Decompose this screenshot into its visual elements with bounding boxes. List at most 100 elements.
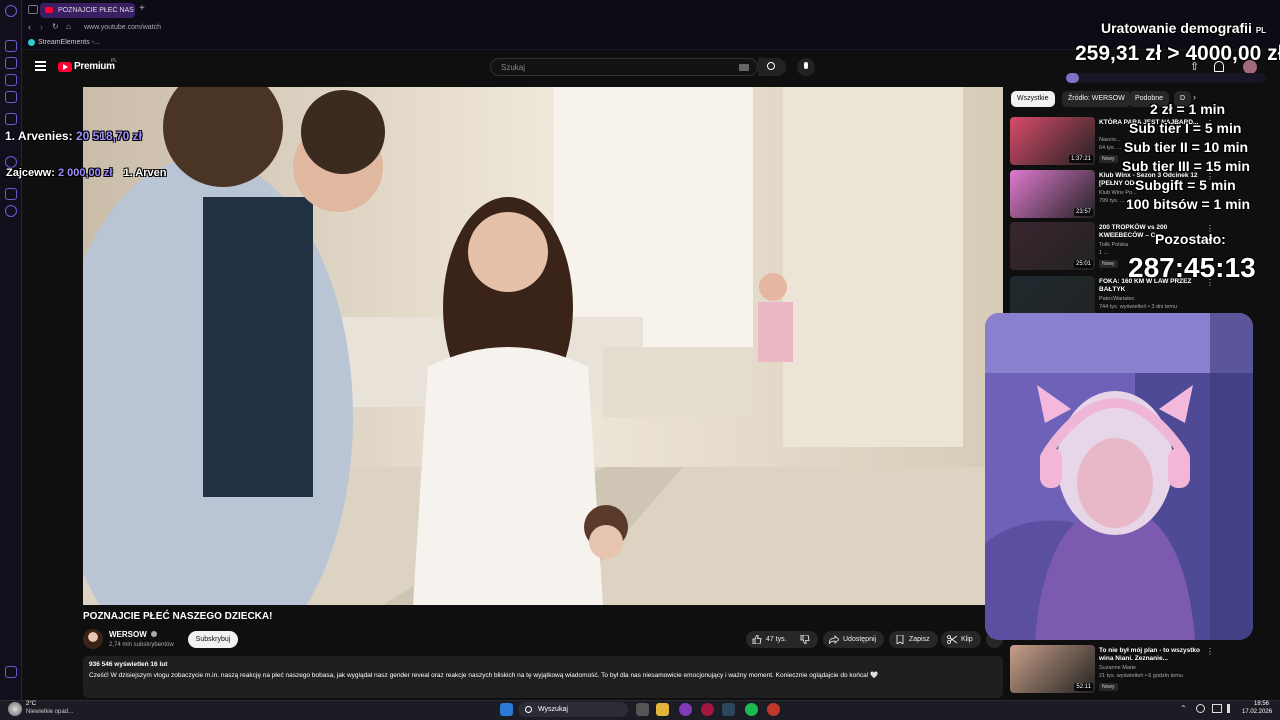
whatsapp-icon[interactable] [5, 91, 17, 103]
save-button[interactable]: Zapisz [889, 631, 938, 648]
share-icon [829, 635, 839, 644]
thumbs-down-icon [800, 635, 810, 644]
video-channel[interactable]: Tolik Polska [1099, 242, 1128, 248]
more-icon[interactable] [5, 666, 17, 678]
subscribe-button[interactable]: Subskrybuj [188, 631, 238, 648]
video-duration: 52:11 [1074, 683, 1093, 691]
chip-0[interactable]: Wszystkie [1011, 91, 1055, 107]
video-menu-icon[interactable]: ⋮ [1206, 647, 1214, 656]
bag-icon[interactable] [5, 57, 17, 69]
dislike-button[interactable] [794, 631, 816, 648]
description-box[interactable]: 936 546 wyświetleń 16 lut Cześć! W dzisi… [83, 656, 1003, 698]
top-donor-name: 1. Arvenies: [5, 129, 73, 143]
volume-icon[interactable] [1227, 704, 1237, 713]
top-donor: 1. Arvenies: 20 518,70 zł [5, 129, 142, 143]
browser-logo-icon[interactable] [5, 5, 17, 17]
weather-temp: 2°C [26, 701, 37, 707]
description-text: Cześć! W dzisiejszym vlogu zobaczycie m.… [89, 672, 879, 679]
video-duration: 25:01 [1073, 260, 1093, 268]
subathon-timer: 287:45:13 [1128, 252, 1256, 283]
settings-icon[interactable] [5, 205, 17, 217]
video-thumbnail[interactable]: 52:11 [1010, 645, 1095, 693]
tab-active[interactable]: POZNAJCIE PŁEĆ NAS [40, 3, 135, 18]
save-label: Zapisz [909, 636, 930, 643]
file-explorer-icon[interactable] [656, 703, 669, 716]
video-player[interactable] [83, 87, 1003, 605]
address-bar[interactable]: ‹ › ↻ ⌂ www.youtube.com/watch [22, 20, 1280, 36]
menu-icon[interactable] [35, 61, 46, 71]
video-meta: 21 tys. wyświetleń • 6 godzin temu [1099, 673, 1183, 679]
share-button[interactable]: Udostępnij [823, 631, 885, 648]
taskbar-search[interactable]: Wyszukaj [518, 702, 628, 717]
video-meta: 744 tys. wyświetleń • 3 dni temu [1099, 304, 1178, 310]
window-controls[interactable] [1222, 4, 1262, 15]
tray-expand-icon[interactable]: ⌃ [1180, 704, 1187, 713]
messenger-app-icon[interactable] [679, 703, 692, 716]
video-thumbnail[interactable]: 25:01 [1010, 222, 1095, 270]
search-button[interactable] [758, 58, 786, 76]
display-icon[interactable] [1212, 704, 1222, 713]
video-thumbnail[interactable]: 1:37:21 [1010, 117, 1095, 165]
bookmark-streamelements[interactable]: StreamElements -... [38, 39, 100, 46]
search-input[interactable]: Szukaj [490, 58, 758, 76]
video-channel[interactable]: Nascio... [1099, 137, 1120, 143]
taskbar-search-label: Wyszukaj [538, 706, 568, 713]
forward-icon[interactable]: › [40, 22, 43, 32]
youtube-logo-icon[interactable] [58, 62, 72, 72]
spotify-icon[interactable] [745, 703, 758, 716]
recent-donor: Zajceww: 2 000,00 zł 1. Arven [6, 167, 166, 179]
search-icon [767, 62, 775, 70]
webcam-frame [985, 313, 1253, 640]
goal-title: Uratowanie demografii PL [1101, 20, 1266, 36]
clip-button[interactable]: Klip [941, 631, 981, 648]
verified-icon [151, 631, 158, 637]
weather-desc: Niewielkie opad... [26, 709, 74, 715]
steam-icon[interactable] [722, 703, 735, 716]
reload-icon[interactable]: ↻ [52, 22, 59, 31]
rate-item: Subgift = 5 min [1135, 177, 1236, 193]
rate-item: Sub tier I = 5 min [1129, 120, 1242, 136]
opera-gx-icon[interactable] [701, 703, 714, 716]
video-title[interactable]: To nie był mój plan - to wszystko wina N… [1099, 647, 1209, 663]
search-placeholder: Szukaj [501, 63, 526, 72]
video-channel[interactable]: PatecWariatec [1099, 296, 1135, 302]
video-meta: 64 tys. ... [1099, 145, 1122, 151]
tabs-icon[interactable] [28, 5, 38, 14]
new-tab-icon[interactable]: + [139, 3, 145, 14]
recent-donor-name: Zajceww: [6, 167, 55, 179]
rate-item: 100 bitsów = 1 min [1126, 196, 1251, 212]
goal-progress-bar [1066, 73, 1266, 83]
cube-icon[interactable] [5, 188, 17, 200]
start-icon[interactable] [500, 703, 513, 716]
twitch-icon[interactable] [5, 113, 17, 125]
voice-search-button[interactable] [797, 58, 815, 76]
share-label: Udostępnij [843, 636, 877, 643]
history-icon[interactable] [5, 40, 17, 52]
video-thumbnail[interactable]: 23:57 [1010, 170, 1095, 218]
network-icon[interactable] [1196, 704, 1205, 713]
video-duration: 23:57 [1073, 208, 1093, 216]
new-badge: Nowy [1099, 683, 1118, 691]
subscriber-count: 2,74 mln subskrybentów [109, 642, 174, 648]
keyboard-icon[interactable] [739, 64, 749, 71]
save-icon [896, 635, 904, 644]
messenger-icon[interactable] [5, 74, 17, 86]
video-channel[interactable]: Suzanne Marie [1099, 665, 1136, 671]
chip-1[interactable]: Źródło: WERSOW [1062, 91, 1131, 107]
youtube-logo-text[interactable]: Premium [74, 61, 115, 72]
home-icon[interactable]: ⌂ [66, 22, 71, 31]
new-badge: Nowy [1099, 260, 1118, 268]
obs-icon[interactable] [767, 703, 780, 716]
url-text[interactable]: www.youtube.com/watch [84, 24, 161, 31]
channel-avatar[interactable] [83, 629, 103, 649]
video-frame [83, 87, 1003, 605]
back-icon[interactable]: ‹ [28, 22, 31, 32]
new-badge: Nowy [1099, 155, 1118, 163]
task-view-icon[interactable] [636, 703, 649, 716]
tab-bar: POZNAJCIE PŁEĆ NAS + [22, 0, 1280, 20]
streamelements-icon [28, 39, 35, 46]
channel-name[interactable]: WERSOW [109, 630, 158, 639]
recommended-video[interactable]: 52:11 To nie był mój plan - to wszystko w… [1010, 645, 1260, 693]
weather-icon[interactable] [8, 702, 22, 716]
clock-date: 17.02.2026 [1242, 709, 1273, 715]
